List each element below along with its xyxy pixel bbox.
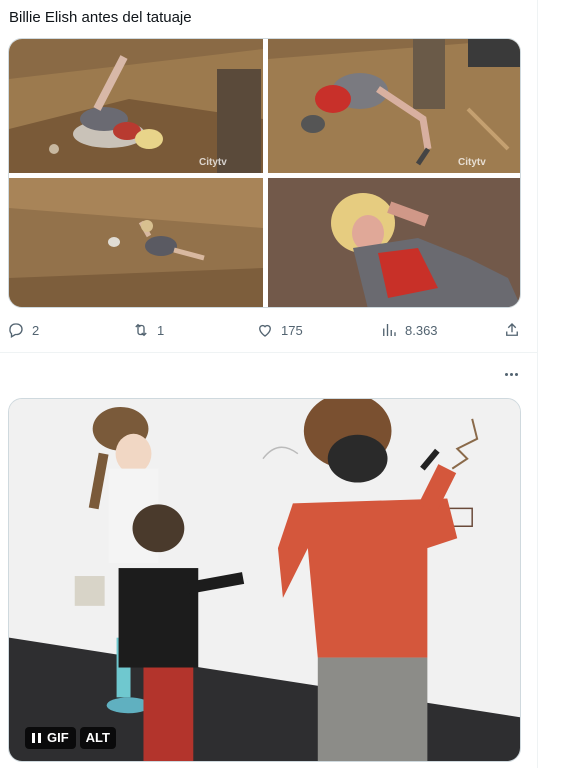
views-button[interactable]: 8.363: [380, 318, 438, 342]
view-count: 8.363: [405, 322, 438, 338]
share-button[interactable]: [503, 318, 521, 342]
retweet-icon: [135, 323, 147, 337]
tweet-separator: [0, 352, 537, 353]
retweet-button[interactable]: 1: [132, 318, 164, 342]
media-image-bottom-right[interactable]: [268, 178, 520, 307]
tweet-text: Billie Elish antes del tatuaje: [9, 9, 192, 26]
more-icon: [504, 372, 518, 376]
tweet-card[interactable]: Billie Elish antes del tatuaje Citytv Ci…: [0, 0, 537, 352]
pause-icon: [32, 733, 41, 743]
watermark: Citytv: [199, 157, 227, 168]
share-icon: [506, 323, 518, 336]
views-icon: [383, 324, 396, 336]
media-image-bottom-left[interactable]: [9, 178, 263, 307]
gif-controls: GIF ALT: [25, 727, 116, 749]
gif-badge: GIF: [47, 730, 69, 745]
column-divider: [537, 0, 538, 768]
reply-icon: [9, 323, 23, 338]
like-count: 175: [281, 322, 303, 338]
watermark: Citytv: [458, 157, 486, 168]
like-button[interactable]: 175: [256, 318, 303, 342]
media-image-top-left[interactable]: Citytv: [9, 39, 263, 173]
like-icon: [259, 324, 271, 337]
gif-frame: [9, 399, 520, 761]
media-image-top-right[interactable]: Citytv: [268, 39, 520, 173]
tweet-media-grid[interactable]: Citytv Citytv: [8, 38, 521, 308]
reply-button[interactable]: 2: [7, 318, 39, 342]
tweet-actions: 2 1 175 8.363: [0, 318, 537, 342]
reply-count: 2: [32, 322, 40, 338]
pause-button[interactable]: GIF: [25, 727, 76, 749]
tweet-media-gif[interactable]: GIF ALT: [8, 398, 521, 762]
alt-badge[interactable]: ALT: [79, 727, 116, 749]
retweet-count: 1: [157, 322, 165, 338]
more-button[interactable]: [500, 366, 522, 382]
